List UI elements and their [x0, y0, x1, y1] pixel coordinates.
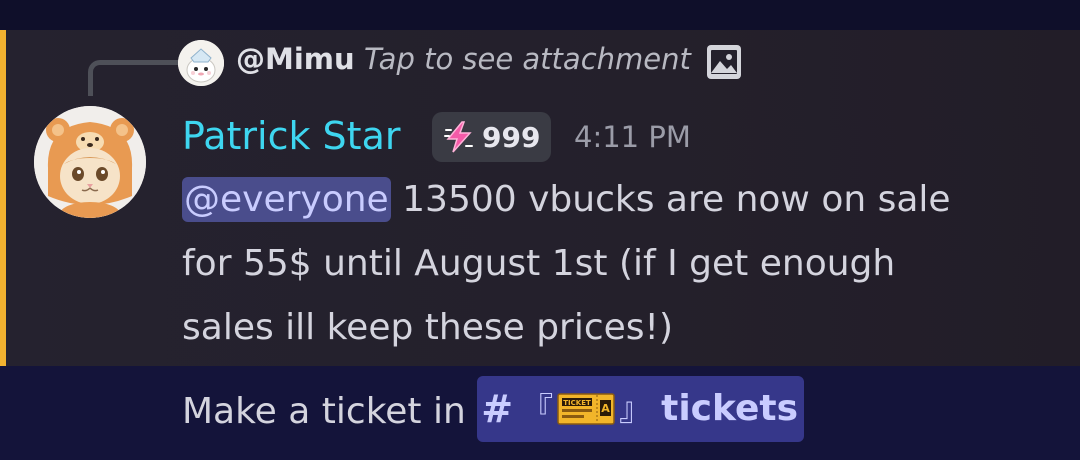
mention-highlight-bar — [0, 30, 6, 366]
lightning-icon — [444, 121, 473, 153]
message-timestamp: 4:11 PM — [574, 120, 691, 154]
channel-bracket-open: 『 — [521, 390, 554, 428]
svg-text:TICKET: TICKET — [563, 399, 591, 407]
message-line-4: Make a ticket in # 『 TICKET A 』 tickets — [182, 376, 805, 446]
cat-avatar-image — [34, 106, 146, 218]
role-badge[interactable]: 999 — [432, 112, 551, 162]
message-line-2: for 55$ until August 1st (if I get enoug… — [182, 243, 896, 284]
reply-avatar[interactable] — [178, 40, 224, 86]
reply-attachment-text[interactable]: Tap to see attachment — [364, 42, 691, 76]
channel-bracket-close: 』 — [619, 390, 652, 428]
message-line-1: @everyone 13500 vbucks are now on sale — [182, 168, 1042, 232]
channel-hash-icon: # — [481, 387, 514, 431]
author-avatar[interactable] — [34, 106, 146, 218]
channel-mention-tickets[interactable]: # 『 TICKET A 』 tickets — [477, 376, 805, 442]
reply-author-name[interactable]: @Mimu — [236, 42, 355, 76]
author-name[interactable]: Patrick Star — [182, 112, 400, 160]
svg-text:A: A — [601, 402, 610, 415]
reply-avatar-image — [178, 40, 224, 86]
reply-connector-line — [88, 60, 178, 96]
channel-name: tickets — [661, 388, 799, 429]
footer-text: Make a ticket in — [182, 391, 478, 432]
image-icon — [707, 45, 741, 79]
top-strip — [0, 0, 1080, 30]
message-line-3: sales ill keep these prices!) — [182, 307, 674, 348]
message-text-1: 13500 vbucks are now on sale — [390, 179, 951, 220]
ticket-emoji: TICKET A — [557, 393, 615, 425]
badge-count: 999 — [482, 120, 541, 154]
message-content: @everyone 13500 vbucks are now on sale f… — [182, 168, 1042, 360]
everyone-mention[interactable]: @everyone — [182, 177, 391, 222]
